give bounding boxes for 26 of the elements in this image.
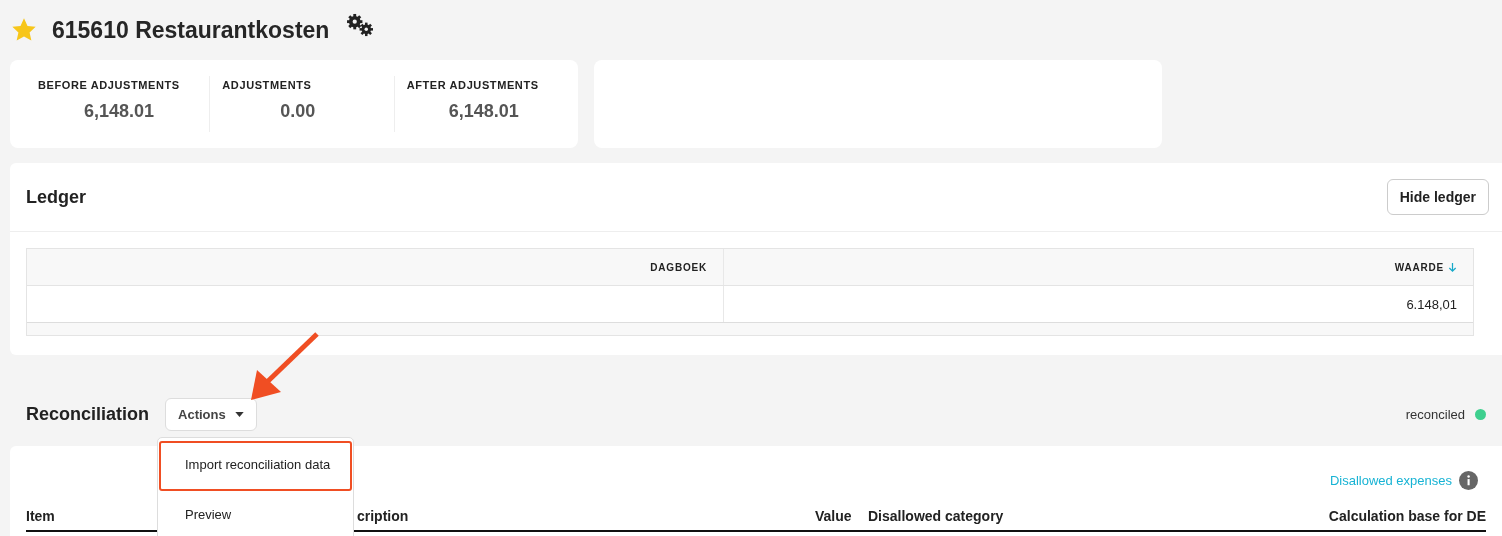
- stat-value: 0.00: [279, 101, 317, 122]
- column-header: Item: [26, 508, 55, 524]
- scrollbar-track[interactable]: [27, 322, 1473, 335]
- stat-value: 6,148.01: [447, 101, 520, 122]
- caret-icon: [234, 411, 244, 417]
- table-cell: 6.148,01: [1406, 296, 1457, 312]
- stat-label: AFTER ADJUSTMENTS: [406, 79, 540, 91]
- stat-label: ADJUSTMENTS: [222, 79, 313, 91]
- section-title: Reconciliation: [26, 403, 150, 425]
- page-title: 615610 Restaurantkosten: [52, 16, 330, 44]
- column-header[interactable]: DAGBOEK: [650, 261, 707, 273]
- column-header: Disallowed category: [868, 508, 1004, 524]
- column-header: cription: [357, 508, 409, 524]
- column-header: Value: [815, 508, 852, 524]
- column-header: Calculation base for DE: [1328, 508, 1486, 524]
- info-icon[interactable]: [1459, 471, 1478, 490]
- column-header[interactable]: WAARDE: [1394, 261, 1457, 273]
- hide-ledger-button[interactable]: Hide ledger: [1386, 179, 1489, 215]
- section-title: Ledger: [26, 186, 86, 208]
- actions-button[interactable]: Actions: [165, 397, 257, 431]
- stat-label: BEFORE ADJUSTMENTS: [38, 79, 181, 91]
- menu-item[interactable]: Preview: [159, 491, 352, 536]
- stat-value: 6,148.01: [83, 101, 156, 122]
- sort-arrow-icon[interactable]: [1448, 261, 1457, 273]
- menu-item[interactable]: Import reconciliation data: [159, 441, 352, 491]
- status-label: reconciled: [1405, 406, 1465, 422]
